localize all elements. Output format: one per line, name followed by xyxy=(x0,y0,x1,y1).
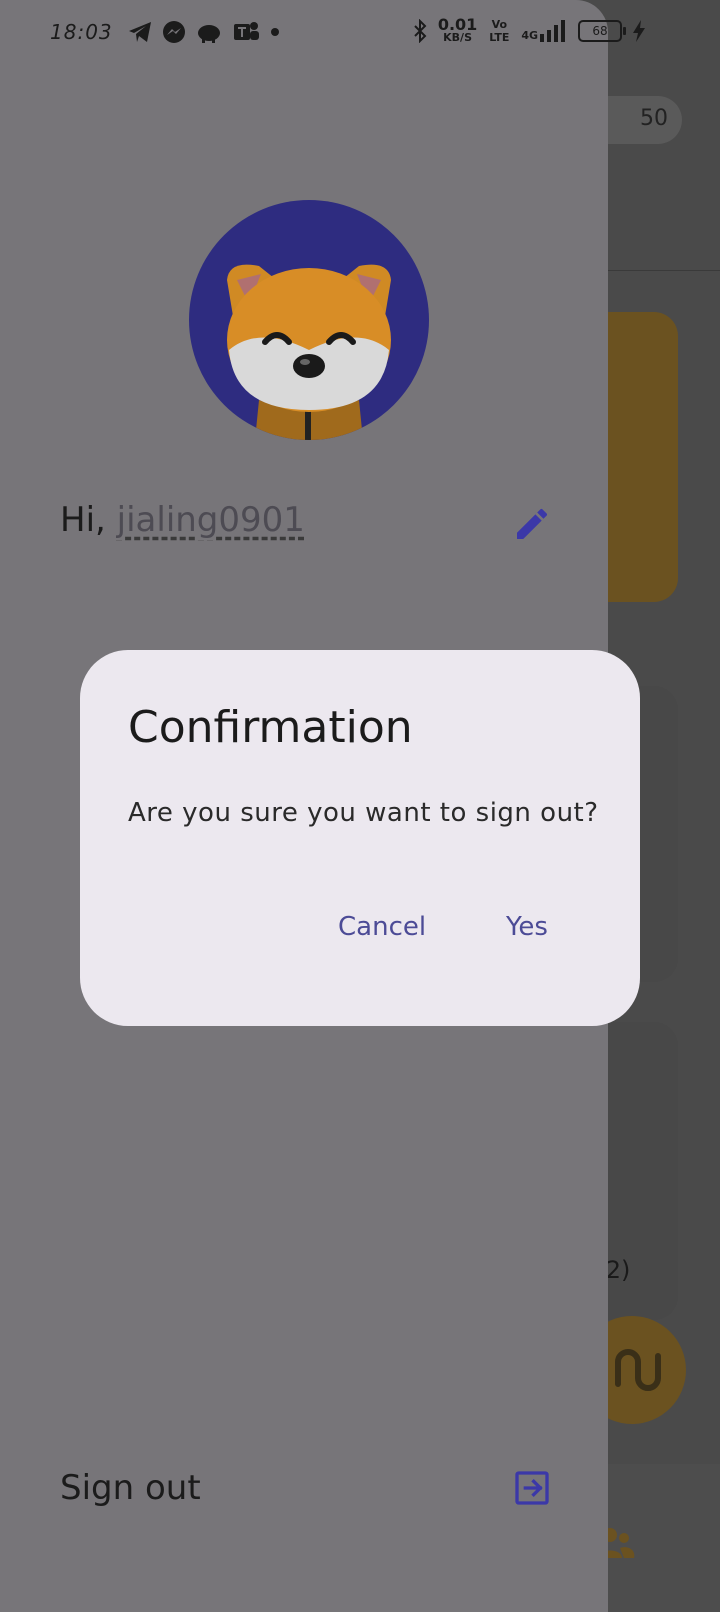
confirmation-dialog: Confirmation Are you sure you want to si… xyxy=(80,650,640,1026)
cancel-button[interactable]: Cancel xyxy=(338,912,426,942)
dialog-title: Confirmation xyxy=(128,702,413,753)
dialog-message: Are you sure you want to sign out? xyxy=(128,798,599,828)
yes-button[interactable]: Yes xyxy=(506,912,548,942)
